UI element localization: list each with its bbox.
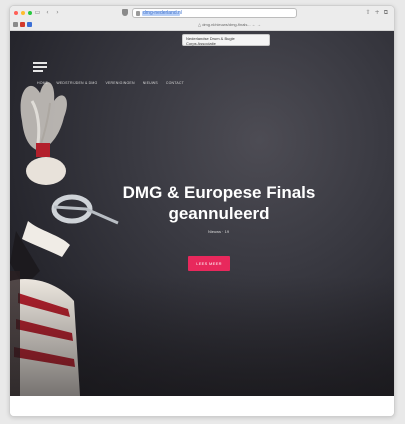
tab-overview-icon[interactable]: ⧉	[384, 9, 388, 17]
share-icon[interactable]: ⇧	[366, 9, 371, 17]
hero-section: Home Wedstrijden & DMG Verenigingen Nieu…	[10, 31, 394, 396]
page-content-below	[10, 396, 394, 416]
site-menu: Home Wedstrijden & DMG Verenigingen Nieu…	[37, 81, 184, 85]
menu-item-home[interactable]: Home	[37, 81, 48, 85]
read-more-button[interactable]: Lees meer	[188, 256, 230, 271]
lock-icon	[136, 11, 140, 16]
favicon-icon[interactable]	[13, 22, 18, 27]
tab-favicons	[13, 22, 32, 27]
favicon-icon[interactable]	[27, 22, 32, 27]
url-tooltip: Nederlandse Drum & Bugle Corps Associati…	[182, 34, 270, 46]
menu-item-verenigingen[interactable]: Verenigingen	[105, 81, 134, 85]
menu-item-nieuws[interactable]: Nieuws	[143, 81, 158, 85]
back-button[interactable]: ‹	[44, 9, 51, 16]
tab-bar: △ dmg.nl/nieuws/dmg-finals... ← →	[10, 20, 394, 31]
address-bar[interactable]: dmg-nederland.nl	[132, 8, 297, 18]
window-controls	[14, 11, 32, 15]
address-url[interactable]: dmg-nederland.nl	[143, 10, 182, 16]
favicon-icon[interactable]	[20, 22, 25, 27]
site-logo[interactable]	[33, 62, 47, 72]
close-window-button[interactable]	[14, 11, 18, 15]
menu-item-contact[interactable]: Contact	[166, 81, 184, 85]
forward-button[interactable]: ›	[54, 9, 61, 16]
menu-item-wedstrijden[interactable]: Wedstrijden & DMG	[56, 81, 97, 85]
zoom-window-button[interactable]	[28, 11, 32, 15]
hero-headline: DMG & Europese Finals geannuleerd	[100, 182, 338, 224]
browser-window: ▭ ‹ › dmg-nederland.nl ⇧ + ⧉ △ dmg.nl/ni…	[9, 5, 395, 417]
shield-icon[interactable]	[122, 9, 128, 16]
minimize-window-button[interactable]	[21, 11, 25, 15]
tooltip-line: Corps Associatie	[186, 41, 216, 46]
sidebar-toggle-icon[interactable]: ▭	[34, 9, 41, 16]
hero-subline: Nieuws · 19	[207, 229, 230, 234]
headline-line-1: DMG & Europese Finals	[122, 183, 316, 202]
headline-line-2: geannuleerd	[168, 204, 270, 223]
navigation-buttons: ▭ ‹ ›	[34, 9, 61, 16]
new-tab-icon[interactable]: +	[375, 9, 380, 17]
tab-title[interactable]: △ dmg.nl/nieuws/dmg-finals... ← →	[198, 22, 261, 27]
browser-toolbar: ▭ ‹ › dmg-nederland.nl ⇧ + ⧉ △ dmg.nl/ni…	[10, 6, 394, 31]
toolbar-right: ⇧ + ⧉	[366, 9, 388, 17]
hero-shade	[10, 276, 394, 396]
